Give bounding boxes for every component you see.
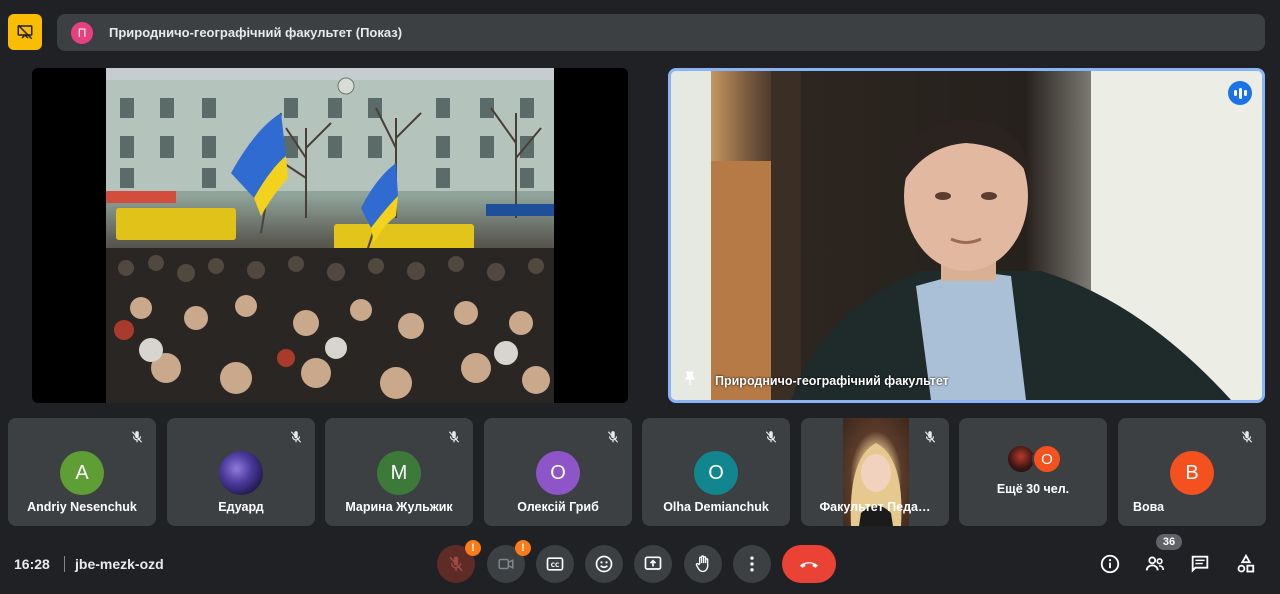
more-participants-tile[interactable]: О Ещё 30 чел. bbox=[959, 418, 1107, 526]
presentation-banner: П Природничо-географічний факультет (Пок… bbox=[57, 14, 1265, 51]
emoji-reactions-button[interactable] bbox=[585, 545, 623, 583]
participant-tile[interactable]: М Марина Жульжик bbox=[325, 418, 473, 526]
pin-icon[interactable] bbox=[681, 370, 699, 388]
participant-tile[interactable]: О Олексій Гриб bbox=[484, 418, 632, 526]
presentation-off-button[interactable] bbox=[8, 14, 42, 50]
participant-tile[interactable]: Факультет Педа… bbox=[801, 418, 949, 526]
captions-button[interactable]: CC bbox=[536, 545, 574, 583]
participant-tile[interactable]: A Andriy Nesenchuk bbox=[8, 418, 156, 526]
presentation-title: Природничо-географічний факультет (Показ… bbox=[109, 25, 403, 40]
participant-name: Olha Demianchuk bbox=[663, 500, 769, 514]
divider bbox=[64, 556, 65, 572]
presentation-off-icon bbox=[17, 24, 33, 40]
activities-icon bbox=[1237, 553, 1255, 573]
mic-off-icon bbox=[448, 431, 460, 443]
participant-avatar: A bbox=[60, 451, 104, 495]
mic-off-icon bbox=[449, 556, 463, 572]
mic-off-icon bbox=[131, 431, 143, 443]
participant-avatar: O bbox=[694, 451, 738, 495]
participant-tile[interactable]: В Вова bbox=[1118, 418, 1266, 526]
more-participants-avatars: О bbox=[1006, 444, 1062, 474]
meeting-code: jbe-mezk-ozd bbox=[75, 556, 164, 572]
presenter-camera-tile[interactable]: Природничо-географічний факультет bbox=[668, 68, 1265, 403]
activities-button[interactable] bbox=[1232, 550, 1260, 578]
leave-call-button[interactable] bbox=[782, 545, 836, 583]
emoji-icon bbox=[595, 555, 613, 573]
warning-icon: ! bbox=[465, 540, 481, 556]
camera-off-icon bbox=[498, 558, 514, 570]
more-options-button[interactable] bbox=[733, 545, 771, 583]
participant-avatar: В bbox=[1170, 451, 1214, 495]
raise-hand-button[interactable] bbox=[684, 545, 722, 583]
participant-avatar: О bbox=[536, 451, 580, 495]
participant-tile[interactable]: O Olha Demianchuk bbox=[642, 418, 790, 526]
raise-hand-icon bbox=[695, 555, 709, 573]
participant-avatar-image bbox=[219, 451, 263, 495]
show-everyone-button[interactable] bbox=[1141, 550, 1169, 578]
participant-name: Марина Жульжик bbox=[345, 500, 453, 514]
mic-toggle-button[interactable]: ! bbox=[437, 540, 481, 583]
chat-button[interactable] bbox=[1186, 550, 1214, 578]
participant-name: Andriy Nesenchuk bbox=[27, 500, 137, 514]
people-count-badge: 36 bbox=[1156, 534, 1182, 550]
presenter-name-label: Природничо-географічний факультет bbox=[715, 374, 949, 388]
speaking-indicator-icon bbox=[1228, 81, 1252, 105]
hangup-icon bbox=[800, 562, 818, 568]
screen-share-tile[interactable] bbox=[32, 68, 628, 403]
presenter-video bbox=[671, 71, 1262, 400]
meeting-details-button[interactable] bbox=[1096, 550, 1124, 578]
present-screen-icon bbox=[644, 556, 662, 570]
participant-avatar: О bbox=[1032, 444, 1062, 474]
mic-off-icon bbox=[607, 431, 619, 443]
participant-name: Едуард bbox=[218, 500, 264, 514]
svg-text:CC: CC bbox=[551, 563, 560, 569]
mic-off-icon bbox=[924, 431, 936, 443]
more-participants-label: Ещё 30 чел. bbox=[996, 482, 1070, 496]
participant-tile[interactable]: Едуард bbox=[167, 418, 315, 526]
participant-avatar: М bbox=[377, 451, 421, 495]
chat-icon bbox=[1191, 555, 1209, 573]
shared-slide-image bbox=[106, 68, 554, 403]
captions-icon: CC bbox=[546, 557, 564, 571]
info-icon bbox=[1100, 554, 1120, 574]
meeting-clock: 16:28 bbox=[14, 556, 50, 572]
participant-name: Вова bbox=[1133, 500, 1165, 514]
mic-off-icon bbox=[765, 431, 777, 443]
mic-off-icon bbox=[290, 431, 302, 443]
mic-off-icon bbox=[1241, 431, 1253, 443]
present-now-button[interactable] bbox=[634, 545, 672, 583]
participant-name: Факультет Педа… bbox=[819, 500, 931, 514]
warning-icon: ! bbox=[515, 540, 531, 556]
participant-name: Олексій Гриб bbox=[517, 500, 599, 514]
camera-toggle-button[interactable]: ! bbox=[487, 540, 531, 583]
people-icon bbox=[1145, 556, 1165, 571]
presenter-avatar: П bbox=[71, 21, 93, 44]
more-vert-icon bbox=[750, 556, 754, 572]
